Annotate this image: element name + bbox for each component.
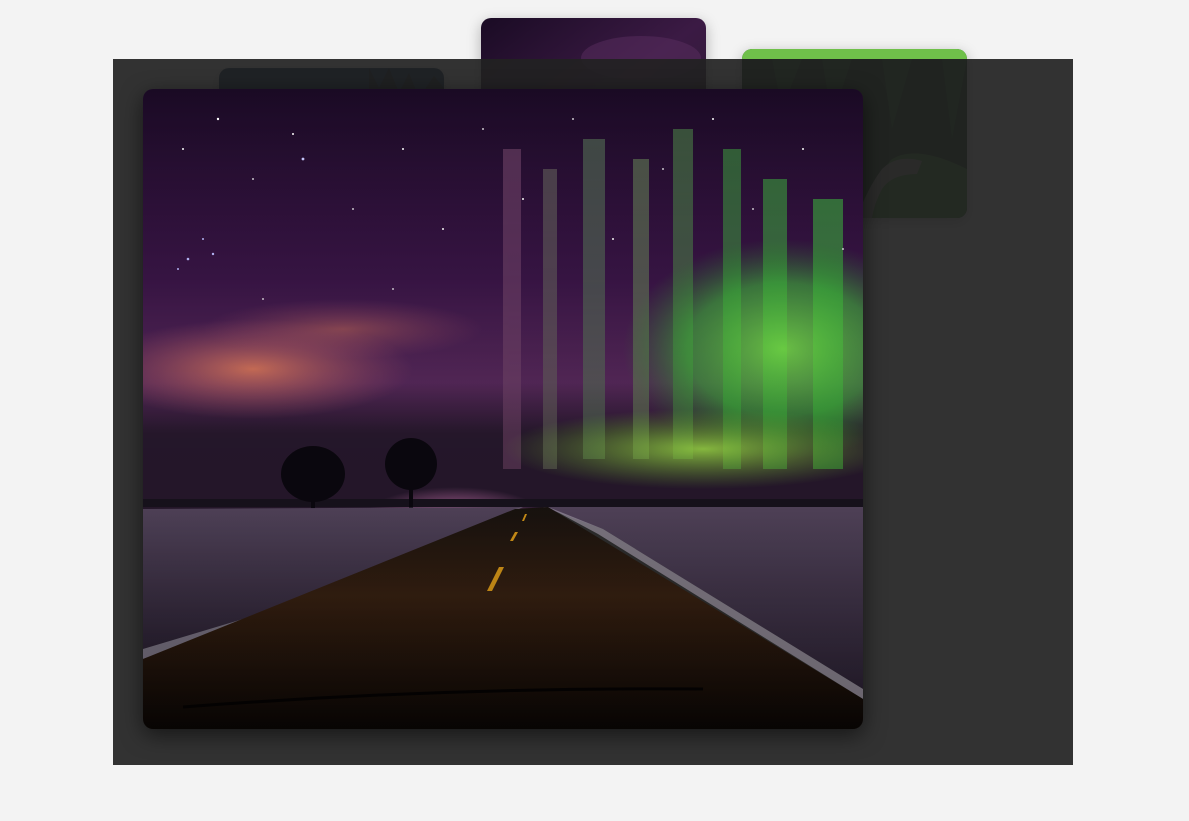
aurora-road-photo [143,89,863,729]
image-gallery-stage [0,0,1189,821]
lightbox-image-aurora-road[interactable] [143,89,863,729]
